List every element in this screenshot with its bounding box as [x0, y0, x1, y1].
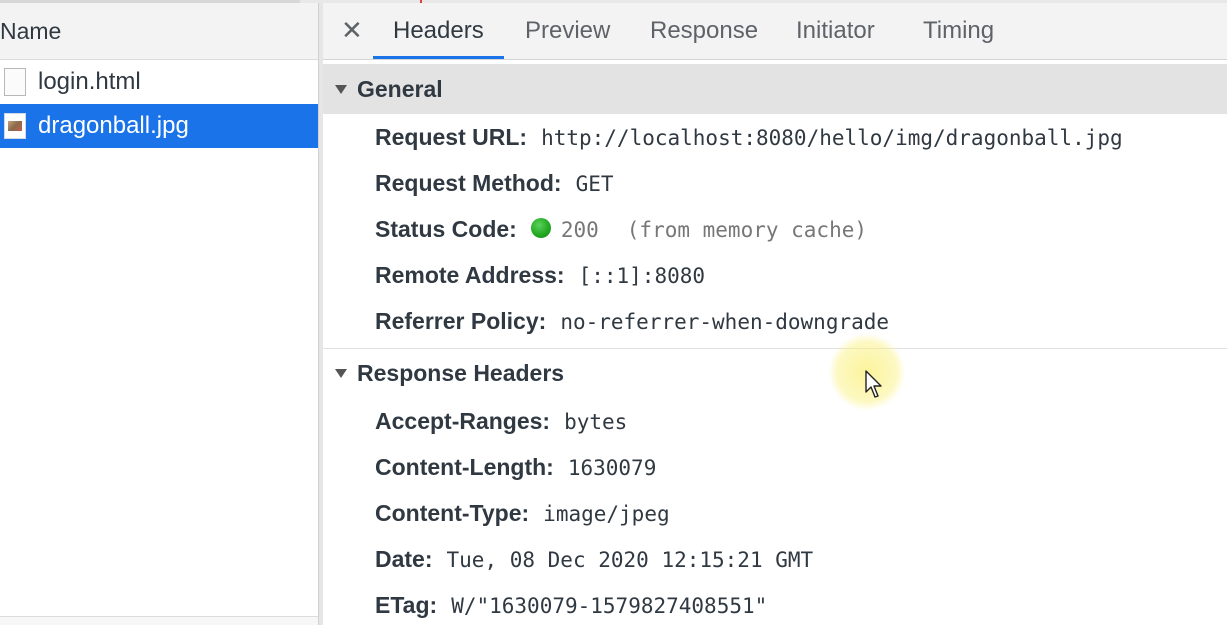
request-url-row: Request URL: http://localhost:8080/hello…: [323, 114, 1227, 160]
tab-preview[interactable]: Preview: [525, 3, 610, 59]
referrer-policy-label: Referrer Policy:: [375, 308, 547, 334]
referrer-policy-row: Referrer Policy: no-referrer-when-downgr…: [323, 298, 1227, 344]
remote-address-label: Remote Address:: [375, 262, 565, 288]
response-headers-section-title: Response Headers: [357, 360, 565, 386]
request-list-footer: [0, 616, 318, 625]
etag-value: W/"1630079-1579827408551": [451, 594, 768, 618]
name-column-header[interactable]: Name: [0, 3, 318, 60]
request-details-pane: ✕ Headers Preview Response Initiator Tim…: [323, 3, 1227, 625]
content-type-label: Content-Type:: [375, 500, 530, 526]
expand-triangle-icon: [335, 84, 347, 94]
close-icon[interactable]: ✕: [341, 15, 363, 45]
remote-address-value: [::1]:8080: [578, 264, 706, 288]
html-document-icon: [4, 68, 26, 96]
etag-row: ETag: W/"1630079-1579827408551": [323, 582, 1227, 628]
status-code-value: 200: [560, 218, 599, 242]
date-value: Tue, 08 Dec 2020 12:15:21 GMT: [446, 548, 814, 572]
name-column-label: Name: [0, 18, 62, 44]
date-label: Date:: [375, 546, 433, 572]
image-file-icon: [4, 113, 26, 139]
expand-triangle-icon: [335, 369, 347, 378]
content-length-value: 1630079: [567, 456, 657, 480]
accept-ranges-value: bytes: [564, 410, 628, 434]
content-length-label: Content-Length:: [375, 454, 554, 480]
etag-label: ETag:: [375, 592, 438, 618]
request-method-value: GET: [575, 172, 614, 196]
referrer-policy-value: no-referrer-when-downgrade: [560, 310, 890, 334]
general-section-header[interactable]: General: [323, 64, 1227, 114]
status-code-note: (from memory cache): [626, 218, 867, 242]
general-section-title: General: [357, 75, 443, 102]
content-type-value: image/jpeg: [543, 502, 670, 526]
remote-address-row: Remote Address: [::1]:8080: [323, 252, 1227, 298]
request-name: login.html: [38, 68, 141, 95]
content-length-row: Content-Length: 1630079: [323, 444, 1227, 490]
request-url-value: http://localhost:8080/hello/img/dragonba…: [541, 126, 1123, 150]
tab-initiator[interactable]: Initiator: [796, 3, 875, 59]
request-method-row: Request Method: GET: [323, 160, 1227, 206]
content-type-row: Content-Type: image/jpeg: [323, 490, 1227, 536]
tab-timing[interactable]: Timing: [923, 3, 994, 59]
mouse-pointer-icon: [865, 370, 882, 398]
status-ok-dot-icon: [530, 218, 551, 238]
request-method-label: Request Method:: [375, 170, 562, 196]
request-name: dragonball.jpg: [38, 112, 189, 139]
details-tab-bar: ✕ Headers Preview Response Initiator Tim…: [323, 3, 1227, 60]
tab-response[interactable]: Response: [650, 3, 758, 59]
request-url-label: Request URL:: [375, 124, 528, 150]
request-list-pane: Name login.html dragonball.jpg: [0, 3, 318, 625]
status-code-row: Status Code: 200 (from memory cache): [323, 206, 1227, 252]
status-code-label: Status Code:: [375, 216, 517, 242]
accept-ranges-label: Accept-Ranges:: [375, 408, 551, 434]
tab-headers[interactable]: Headers: [373, 3, 504, 59]
request-row-dragonball-jpg[interactable]: dragonball.jpg: [0, 104, 318, 148]
accept-ranges-row: Accept-Ranges: bytes: [323, 398, 1227, 444]
request-row-login-html[interactable]: login.html: [0, 60, 318, 104]
date-row: Date: Tue, 08 Dec 2020 12:15:21 GMT: [323, 536, 1227, 582]
response-headers-section-header[interactable]: Response Headers: [323, 348, 1227, 398]
